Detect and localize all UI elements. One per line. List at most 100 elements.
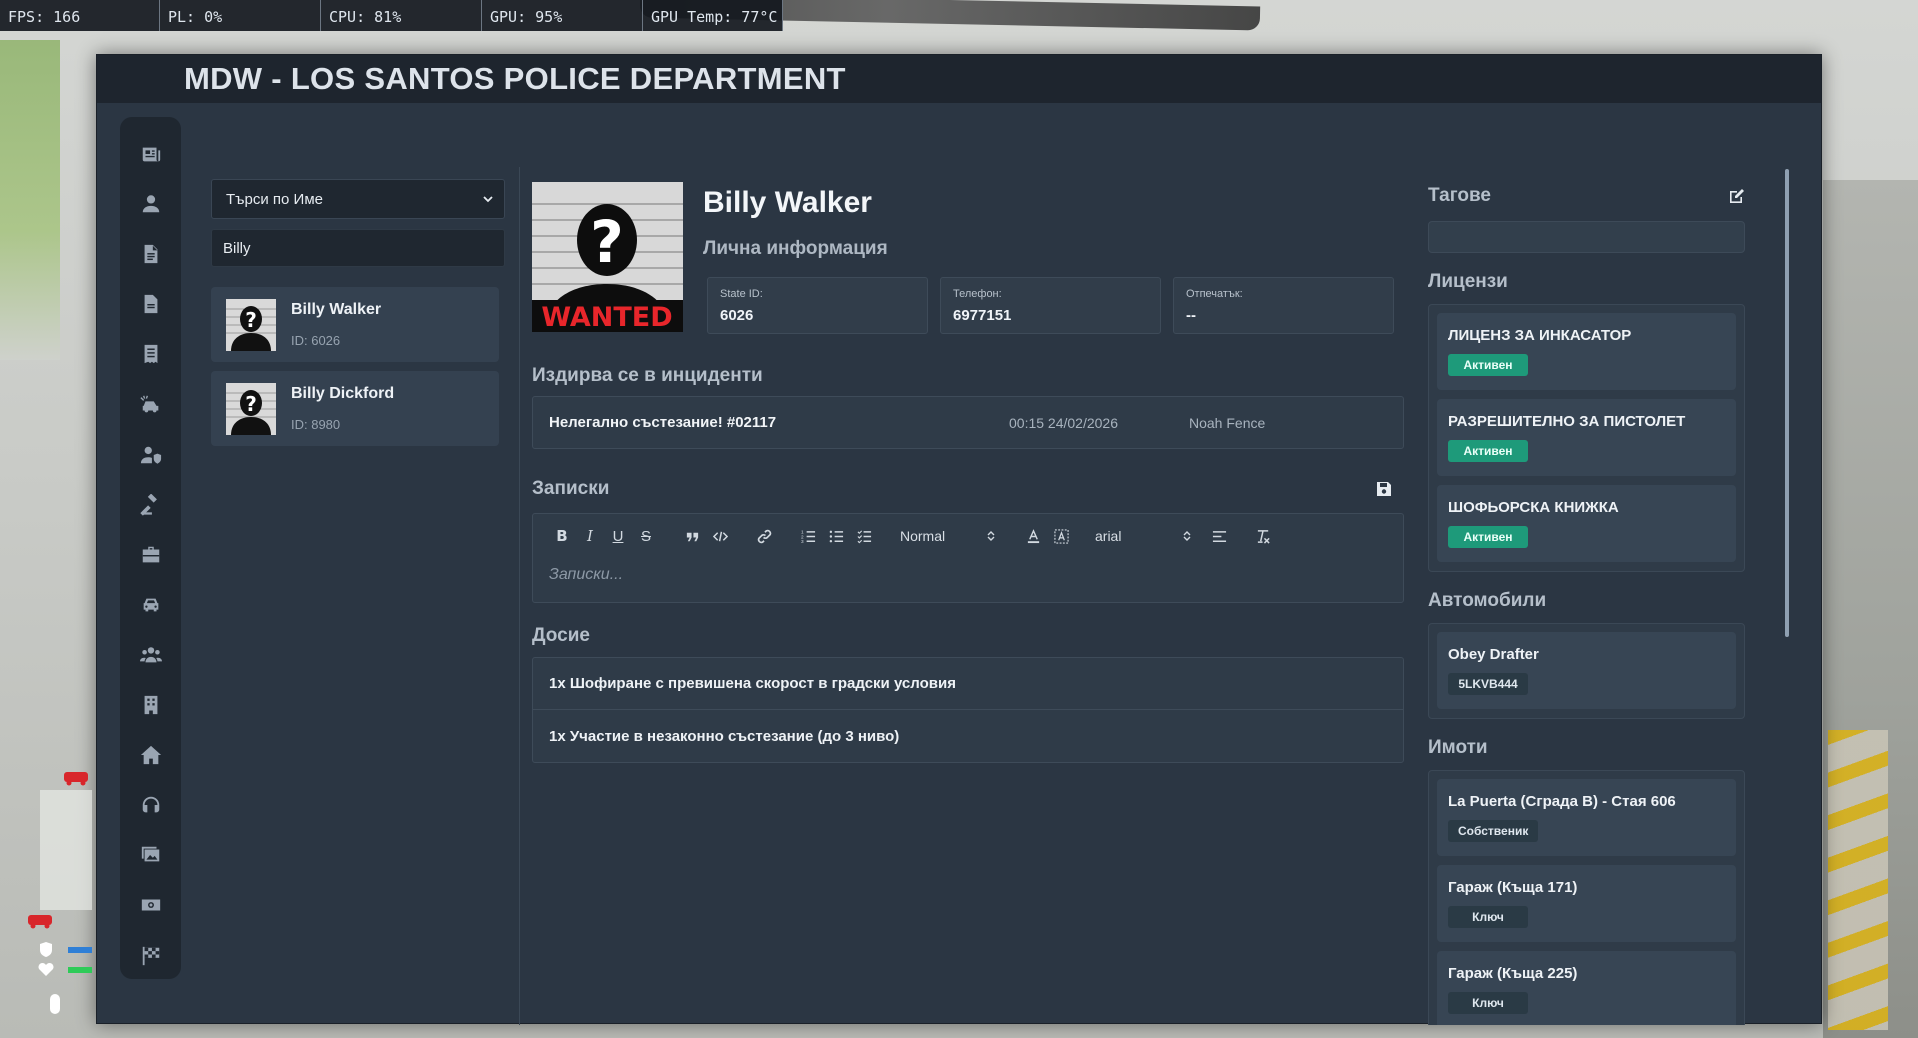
license-item[interactable]: РАЗРЕШИТЕЛНО ЗА ПИСТОЛЕТ Активен: [1437, 399, 1736, 476]
nav-legislation[interactable]: [120, 480, 181, 530]
nav-news[interactable]: [120, 129, 181, 179]
strike-button[interactable]: S: [632, 522, 660, 550]
cpu-readout: CPU: 81%: [321, 0, 482, 31]
nav-fines[interactable]: [120, 880, 181, 930]
bullet-list-icon: [829, 530, 843, 542]
vehicle-item[interactable]: Obey Drafter 5LKVB444: [1437, 632, 1736, 709]
nav-businesses[interactable]: [120, 680, 181, 730]
dossier-item: 1x Участие в незаконно състезание (до 3 …: [549, 727, 900, 745]
plate-badge: 5LKVB444: [1448, 673, 1528, 695]
text-size-select[interactable]: Normal: [900, 528, 995, 544]
wanted-poster-image: ? WANTED: [532, 182, 683, 333]
link-button[interactable]: [750, 522, 778, 550]
result-item[interactable]: ? Billy Walker ID: 6026: [211, 287, 499, 362]
vehicles-heading-text: Автомобили: [1428, 590, 1547, 611]
font-family-select[interactable]: arial: [1095, 528, 1191, 544]
nav-officers[interactable]: [120, 430, 181, 480]
profile-main: ? WANTED Billy Walker Лична информация S…: [532, 182, 1404, 763]
edit-icon[interactable]: [1729, 188, 1745, 204]
status-badge: Активен: [1448, 354, 1528, 376]
notes-textarea[interactable]: Записки...: [533, 558, 1403, 604]
nav-charges[interactable]: [120, 329, 181, 379]
incident-row[interactable]: Нелегално състезание! #02117 00:15 24/02…: [532, 396, 1404, 449]
nav-groups[interactable]: [120, 630, 181, 680]
dossier-heading: Досие: [532, 625, 1404, 647]
vehicles-heading: Автомобили: [1428, 590, 1745, 612]
licenses-heading-text: Лицензи: [1428, 271, 1508, 292]
profile-name: Billy Walker: [703, 186, 872, 219]
highlight-button[interactable]: [1047, 522, 1075, 550]
nav-dispatch[interactable]: [120, 780, 181, 830]
gpu-readout: GPU: 95%: [482, 0, 643, 31]
property-item[interactable]: Гараж (Къща 171) Ключ: [1437, 865, 1736, 942]
tags-input[interactable]: [1428, 221, 1745, 253]
search-mode-value: Търси по Име: [226, 190, 323, 208]
car-icon: [28, 915, 52, 929]
text-color-button[interactable]: [1019, 522, 1047, 550]
sort-icon: [1183, 531, 1191, 541]
clear-format-button[interactable]: [1249, 522, 1277, 550]
images-icon: [141, 847, 159, 862]
role-badge: Ключ: [1448, 906, 1528, 928]
wanted-label: WANTED: [541, 302, 672, 332]
quote-icon: [686, 532, 698, 541]
side-panel-scrollbar[interactable]: [1785, 169, 1789, 637]
license-item[interactable]: ШОФЬОРСКА КНИЖКА Активен: [1437, 485, 1736, 562]
nav-documents[interactable]: [120, 279, 181, 329]
bold-button[interactable]: B: [548, 522, 576, 550]
nav-gallery[interactable]: [120, 830, 181, 880]
nav-vehicles[interactable]: [120, 580, 181, 630]
nav-races[interactable]: [120, 931, 181, 981]
stat-value: 6977151: [953, 307, 1012, 324]
font-family-value: arial: [1095, 528, 1122, 544]
check-list-button[interactable]: [850, 522, 878, 550]
align-left-icon: [1212, 530, 1226, 542]
svg-text:3: 3: [801, 539, 804, 544]
nav-properties[interactable]: [120, 730, 181, 780]
hud-status-icons: [28, 772, 92, 1014]
background-foliage: [0, 40, 60, 360]
ordered-list-button[interactable]: 123: [794, 522, 822, 550]
text-size-value: Normal: [900, 528, 946, 544]
code-button[interactable]: [706, 522, 734, 550]
car-crash-icon: [139, 395, 158, 412]
blockquote-button[interactable]: [678, 522, 706, 550]
vehicle-name: Obey Drafter: [1448, 646, 1539, 663]
nav-reports[interactable]: [120, 229, 181, 279]
status-badge: Активен: [1448, 526, 1528, 548]
nav-accidents[interactable]: [120, 379, 181, 429]
licenses-heading: Лицензи: [1428, 271, 1745, 293]
chevron-down-icon: [483, 196, 493, 203]
car-icon: [143, 598, 158, 612]
mdw-window: MDW - LOS SANTOS POLICE DEPARTMENT Търси…: [96, 54, 1822, 1025]
stat-phone: Телефон: 6977151: [940, 277, 1161, 334]
link-icon: [757, 529, 771, 543]
gavel-icon: [139, 493, 157, 516]
result-name: Billy Walker: [291, 301, 382, 318]
armor-bar: [68, 947, 92, 953]
profile-mugshot[interactable]: ? WANTED: [532, 182, 683, 333]
licenses-list: ЛИЦЕНЗ ЗА ИНКАСАТОР Активен РАЗРЕШИТЕЛНО…: [1428, 304, 1745, 572]
briefcase-icon: [142, 546, 159, 563]
notes-heading-text: Записки: [532, 478, 610, 499]
clear-format-icon: [1257, 529, 1270, 544]
license-item[interactable]: ЛИЦЕНЗ ЗА ИНКАСАТОР Активен: [1437, 313, 1736, 390]
personal-info-heading: Лична информация: [703, 238, 888, 259]
property-item[interactable]: La Puerta (Сграда B) - Стая 606 Собствен…: [1437, 779, 1736, 856]
nav-profiles[interactable]: [120, 179, 181, 229]
result-name: Billy Dickford: [291, 385, 395, 402]
align-button[interactable]: [1205, 522, 1233, 550]
nav-cases[interactable]: [120, 530, 181, 580]
bullet-list-button[interactable]: [822, 522, 850, 550]
underline-button[interactable]: U: [604, 522, 632, 550]
property-item[interactable]: Гараж (Къща 225) Ключ: [1437, 951, 1736, 1025]
save-icon[interactable]: [1376, 481, 1392, 497]
newspaper-icon: [142, 147, 160, 162]
property-name: La Puerta (Сграда B) - Стая 606: [1448, 793, 1676, 810]
check-list-icon: [857, 529, 871, 543]
user-icon: [142, 195, 159, 213]
search-mode-select[interactable]: Търси по Име: [211, 179, 505, 219]
italic-button[interactable]: I: [576, 522, 604, 550]
result-item[interactable]: ? Billy Dickford ID: 8980: [211, 371, 499, 446]
search-input[interactable]: Billy: [211, 229, 505, 267]
